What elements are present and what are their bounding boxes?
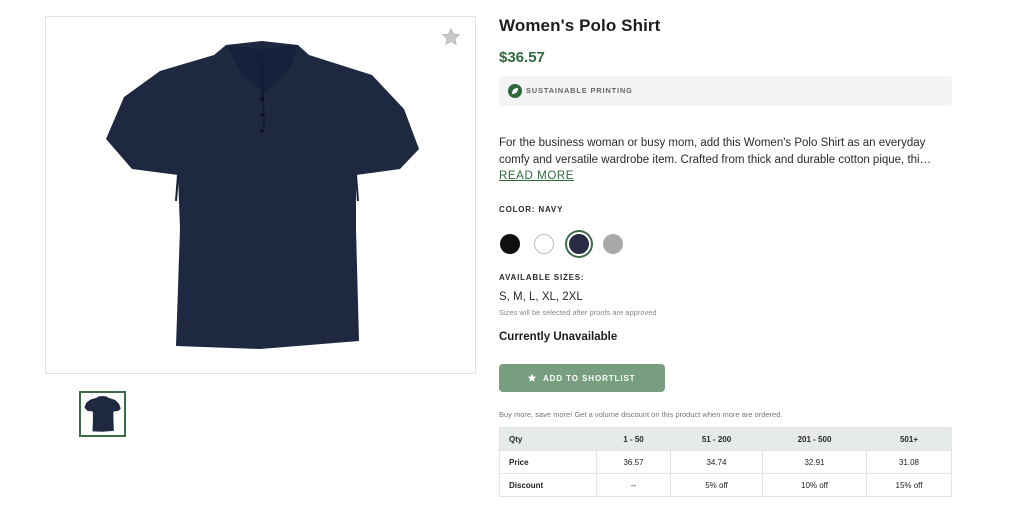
- table-cell: --: [596, 473, 671, 497]
- sizes-note: Sizes will be selected after proofs are …: [499, 308, 657, 317]
- volume-discount-note: Buy more, save more! Get a volume discou…: [499, 410, 783, 419]
- table-row: Discount -- 5% off 10% off 15% off: [499, 473, 952, 497]
- table-header-cell: 1 - 50: [596, 427, 671, 451]
- table-cell: 36.57: [596, 450, 671, 474]
- table-cell: 10% off: [762, 473, 867, 497]
- add-to-shortlist-button[interactable]: ADD TO SHORTLIST: [499, 364, 665, 392]
- description-line: For the business woman or busy mom, add …: [499, 137, 926, 149]
- table-header-cell: 201 - 500: [762, 427, 867, 451]
- thumbnail-image: [84, 396, 121, 432]
- table-cell: 32.91: [762, 450, 867, 474]
- table-cell: 15% off: [866, 473, 952, 497]
- color-swatch-black[interactable]: [500, 234, 520, 254]
- table-cell: 31.08: [866, 450, 952, 474]
- sustainable-badge-label: SUSTAINABLE PRINTING: [526, 86, 633, 95]
- leaf-icon: [508, 84, 522, 98]
- add-to-shortlist-label: ADD TO SHORTLIST: [543, 374, 636, 383]
- table-header-cell: Qty: [499, 427, 597, 451]
- table-cell: Discount: [499, 473, 597, 497]
- favorite-star-icon[interactable]: [441, 27, 461, 47]
- sizes-label: AVAILABLE SIZES:: [499, 273, 585, 282]
- thumbnail-navy[interactable]: [79, 391, 126, 437]
- volume-discount-table: Qty 1 - 50 51 - 200 201 - 500 501+ Price…: [499, 427, 952, 497]
- product-price: $36.57: [499, 49, 545, 66]
- product-title: Women's Polo Shirt: [499, 16, 661, 35]
- read-more-link[interactable]: READ MORE: [499, 170, 574, 182]
- table-header-cell: 51 - 200: [670, 427, 763, 451]
- table-header-cell: 501+: [866, 427, 952, 451]
- availability-status: Currently Unavailable: [499, 331, 618, 343]
- color-swatch-white[interactable]: [534, 234, 554, 254]
- table-cell: 5% off: [670, 473, 763, 497]
- color-swatch-navy[interactable]: [567, 232, 591, 256]
- sizes-value: S, M, L, XL, 2XL: [499, 291, 583, 303]
- product-image-frame: [45, 16, 476, 374]
- product-image: [106, 41, 419, 349]
- table-cell: Price: [499, 450, 597, 474]
- description-line: comfy and versatile wardrobe item. Craft…: [499, 154, 932, 166]
- color-label: COLOR: NAVY: [499, 205, 564, 214]
- sustainable-badge: SUSTAINABLE PRINTING: [499, 76, 952, 106]
- table-cell: 34.74: [670, 450, 763, 474]
- product-description: For the business woman or busy mom, add …: [499, 135, 952, 169]
- star-icon: [527, 373, 537, 382]
- table-row: Price 36.57 34.74 32.91 31.08: [499, 450, 952, 474]
- color-swatch-gray[interactable]: [603, 234, 623, 254]
- table-header-row: Qty 1 - 50 51 - 200 201 - 500 501+: [499, 427, 952, 451]
